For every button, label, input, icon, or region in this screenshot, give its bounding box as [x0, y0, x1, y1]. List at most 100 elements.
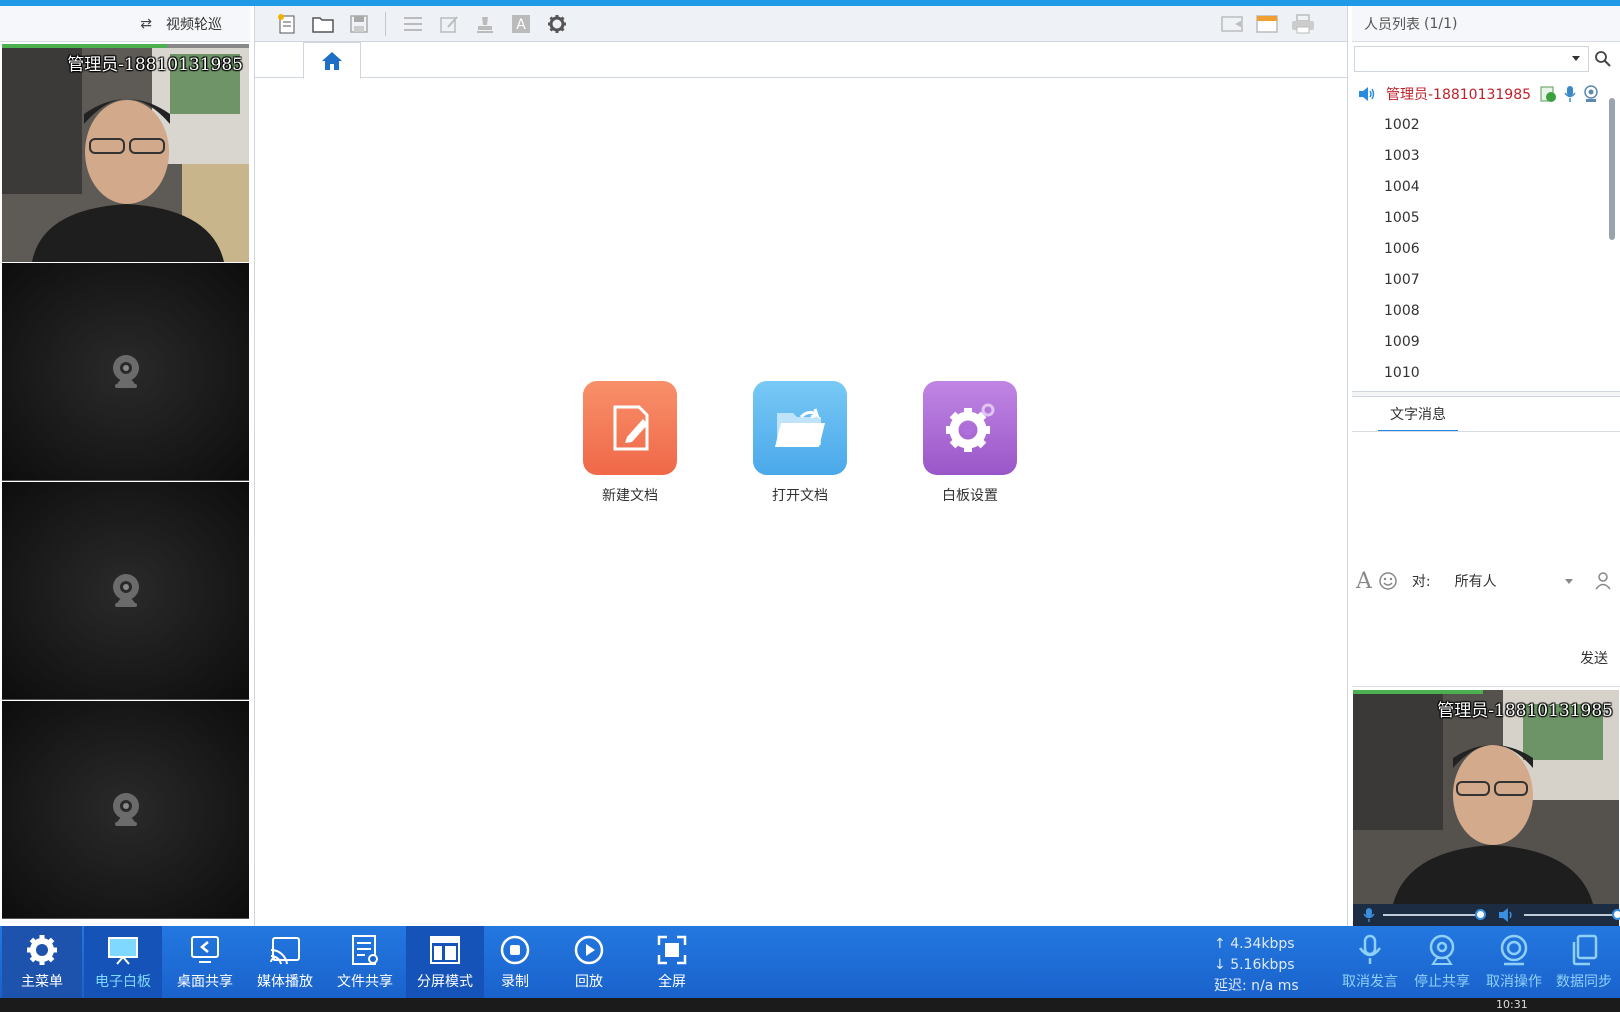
- open-folder-icon[interactable]: [311, 13, 335, 35]
- microphone-icon: [1358, 934, 1382, 964]
- panel-splitter[interactable]: [1352, 391, 1620, 397]
- people-list-item[interactable]: 1004: [1352, 171, 1604, 202]
- record-button[interactable]: 录制: [480, 926, 550, 998]
- presenter-video-frame: [2, 44, 249, 262]
- main-menu-button[interactable]: 主菜单: [2, 926, 82, 998]
- svg-text:A: A: [516, 17, 526, 33]
- chevron-down-icon[interactable]: [1564, 578, 1573, 584]
- local-video-preview[interactable]: 管理员-18810131985: [1353, 690, 1619, 904]
- people-list-item[interactable]: 1007: [1352, 264, 1604, 295]
- playback-button[interactable]: 回放: [554, 926, 624, 998]
- text-a-icon[interactable]: A: [509, 13, 533, 35]
- whiteboard-icon: [108, 937, 138, 965]
- webcam-icon: [112, 792, 139, 826]
- list-icon[interactable]: [401, 13, 425, 35]
- slider-knob[interactable]: [1611, 909, 1620, 920]
- latency-label: 延迟:: [1214, 978, 1247, 994]
- gear-icon[interactable]: [545, 13, 569, 35]
- people-list-item[interactable]: 1010: [1352, 357, 1604, 388]
- people-list-item[interactable]: 1002: [1352, 109, 1604, 140]
- fullscreen-button[interactable]: 全屏: [636, 926, 708, 998]
- video-tile-main[interactable]: 管理员-18810131985: [2, 44, 249, 262]
- swap-arrows-icon: ⇄: [140, 15, 152, 32]
- tab-home[interactable]: [303, 42, 361, 79]
- video-participant-name: 管理员-18810131985: [67, 55, 243, 75]
- cancel-speak-button[interactable]: 取消发言: [1334, 926, 1406, 998]
- desktop-share-label: 桌面共享: [177, 974, 233, 990]
- download-rate: ↓ 5.16kbps: [1214, 957, 1295, 973]
- whiteboard-button[interactable]: 电子白板: [84, 926, 162, 998]
- home-icon: [322, 51, 342, 70]
- recipient-label: 对:: [1411, 574, 1431, 590]
- media-play-label: 媒体播放: [257, 974, 313, 990]
- start-actions: 新建文档 打开文档 白板设置: [255, 381, 1347, 521]
- new-document-label: 新建文档: [602, 488, 658, 504]
- chevron-down-icon: [1572, 56, 1580, 61]
- print-icon[interactable]: [1291, 13, 1315, 35]
- new-document-button[interactable]: 新建文档: [575, 381, 685, 505]
- audio-level-track: [167, 44, 249, 48]
- playback-label: 回放: [575, 974, 603, 990]
- microphone-icon[interactable]: [1363, 907, 1375, 923]
- data-sync-button[interactable]: 数据同步: [1548, 926, 1620, 998]
- people-list-item[interactable]: 1006: [1352, 233, 1604, 264]
- webcam-icon: [112, 573, 139, 607]
- microphone-icon: [1564, 85, 1576, 102]
- record-icon: [500, 935, 530, 965]
- open-document-label: 打开文档: [772, 488, 828, 504]
- tab-text-messages[interactable]: 文字消息: [1378, 404, 1458, 432]
- video-tile-empty[interactable]: [2, 482, 249, 700]
- open-folder-icon: [753, 381, 847, 475]
- people-list-title: 人员列表: [1364, 16, 1420, 33]
- recipient-select[interactable]: 所有人: [1455, 571, 1497, 591]
- latency: 延迟: n/a ms: [1214, 976, 1299, 997]
- slideshow-icon[interactable]: [1221, 13, 1245, 35]
- video-rotation-label: 视频轮巡: [166, 16, 222, 33]
- people-list-scrollbar[interactable]: [1607, 86, 1617, 388]
- video-tile-empty[interactable]: [2, 701, 249, 919]
- people-list-item[interactable]: 1008: [1352, 295, 1604, 326]
- people-list-item[interactable]: 1003: [1352, 140, 1604, 171]
- desktop-share-button[interactable]: 桌面共享: [166, 926, 244, 998]
- slider-knob[interactable]: [1474, 909, 1486, 920]
- split-screen-icon: [430, 936, 460, 964]
- send-button[interactable]: 发送: [1580, 648, 1608, 668]
- font-icon[interactable]: A: [1356, 569, 1372, 594]
- taskbar-clock: 10:31: [1496, 998, 1528, 1011]
- webcam-icon: [1584, 84, 1598, 102]
- whiteboard-settings-label: 白板设置: [942, 488, 998, 504]
- user-select-icon[interactable]: [1595, 572, 1613, 590]
- emoji-icon[interactable]: [1378, 571, 1398, 591]
- scrollbar-thumb[interactable]: [1609, 98, 1615, 240]
- save-icon[interactable]: [347, 13, 371, 35]
- webcam-icon: [112, 354, 139, 388]
- new-page-icon[interactable]: [275, 13, 299, 35]
- people-list: 管理员-18810131985 1002 1003 1004 1005 1006…: [1352, 78, 1604, 390]
- cancel-control-label: 取消操作: [1486, 974, 1542, 990]
- search-icon[interactable]: [1594, 50, 1612, 68]
- stamp-icon[interactable]: [473, 13, 497, 35]
- split-screen-button[interactable]: 分屏模式: [406, 926, 484, 998]
- cancel-control-button[interactable]: 取消操作: [1478, 926, 1550, 998]
- whiteboard-area: A 新建文档 打开文档 白板设置: [254, 6, 1348, 926]
- people-list-item[interactable]: 1005: [1352, 202, 1604, 233]
- audio-controls: [1353, 904, 1620, 926]
- people-list-item[interactable]: 1009: [1352, 326, 1604, 357]
- speaker-icon[interactable]: [1498, 907, 1516, 923]
- desktop-share-icon: [191, 936, 219, 963]
- media-play-button[interactable]: 媒体播放: [246, 926, 324, 998]
- document-share-icon: [1540, 86, 1557, 102]
- whiteboard-settings-button[interactable]: 白板设置: [915, 381, 1025, 505]
- file-share-button[interactable]: 文件共享: [326, 926, 404, 998]
- video-rotation-header[interactable]: ⇄ 视频轮巡: [0, 6, 250, 42]
- stop-share-button[interactable]: 停止共享: [1406, 926, 1478, 998]
- speaker-volume-slider[interactable]: [1523, 909, 1620, 920]
- main-menu-label: 主菜单: [21, 974, 63, 990]
- video-tile-empty[interactable]: [2, 263, 249, 481]
- microphone-volume-slider[interactable]: [1382, 909, 1486, 920]
- edit-icon[interactable]: [437, 13, 461, 35]
- people-list-presenter[interactable]: 管理员-18810131985: [1352, 78, 1604, 109]
- window-icon[interactable]: [1255, 13, 1279, 35]
- open-document-button[interactable]: 打开文档: [745, 381, 855, 505]
- people-filter-dropdown[interactable]: [1354, 46, 1589, 72]
